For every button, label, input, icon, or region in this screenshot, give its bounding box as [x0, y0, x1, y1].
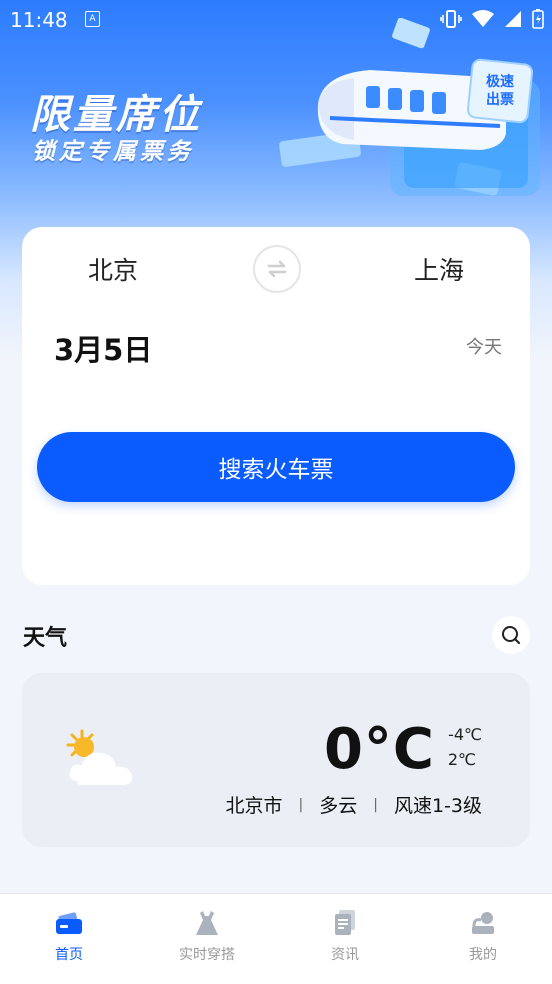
status-time: 11:48 — [10, 8, 68, 32]
profile-icon — [472, 912, 494, 934]
ticket-icon — [56, 912, 82, 934]
swap-icon — [267, 260, 287, 278]
nav-item-home[interactable]: 首页 — [29, 908, 109, 964]
day-label: 今天 — [466, 337, 502, 358]
tag-line2: 出票 — [486, 91, 514, 108]
weather-search-button[interactable] — [492, 616, 530, 654]
ticket-search-card: 北京 上海 3月5日 今天 搜索火车票 — [22, 227, 530, 585]
separator: | — [373, 796, 378, 813]
weather-section-title: 天气 — [23, 626, 68, 651]
floating-ticket-icon — [392, 18, 430, 49]
nav-item-profile[interactable]: 我的 — [443, 908, 523, 964]
to-city[interactable]: 上海 — [414, 251, 464, 287]
weather-condition: 多云 — [319, 795, 358, 817]
tag-line1: 极速 — [486, 73, 514, 90]
train-illustration[interactable]: 极速 出票 — [270, 18, 552, 208]
nav-label: 实时穿搭 — [179, 947, 235, 963]
nav-item-news[interactable]: 资讯 — [305, 908, 385, 964]
search-train-button[interactable]: 搜索火车票 — [37, 432, 515, 502]
app-notification-icon: A — [85, 11, 100, 27]
current-temperature: 0°C — [323, 717, 435, 782]
weather-card[interactable]: 0°C -4℃ 2℃ 北京市 | 多云 | 风速1-3级 — [22, 673, 530, 847]
wind-speed: 风速1-3级 — [393, 795, 482, 817]
travel-date[interactable]: 3月5日 — [54, 327, 152, 369]
nav-label: 资讯 — [331, 947, 359, 963]
nav-label: 首页 — [55, 947, 83, 963]
news-icon — [335, 910, 355, 935]
partly-cloudy-icon — [66, 729, 133, 785]
weather-city: 北京市 — [225, 795, 283, 817]
nav-label: 我的 — [469, 947, 497, 963]
bottom-nav: 首页 实时穿搭 资讯 我的 — [0, 893, 552, 984]
search-icon — [502, 626, 521, 645]
temperature-low: -4℃ — [448, 725, 482, 744]
separator: | — [298, 796, 304, 813]
temperature-high: 2℃ — [447, 750, 476, 769]
from-city[interactable]: 北京 — [88, 251, 138, 287]
swap-cities-button[interactable] — [253, 245, 301, 293]
weather-details: 北京市 | 多云 | 风速1-3级 — [225, 791, 482, 818]
dress-icon — [196, 911, 218, 935]
banner-subtitle: 锁定专属票务 — [32, 139, 194, 165]
nav-item-outfit[interactable]: 实时穿搭 — [167, 908, 247, 964]
